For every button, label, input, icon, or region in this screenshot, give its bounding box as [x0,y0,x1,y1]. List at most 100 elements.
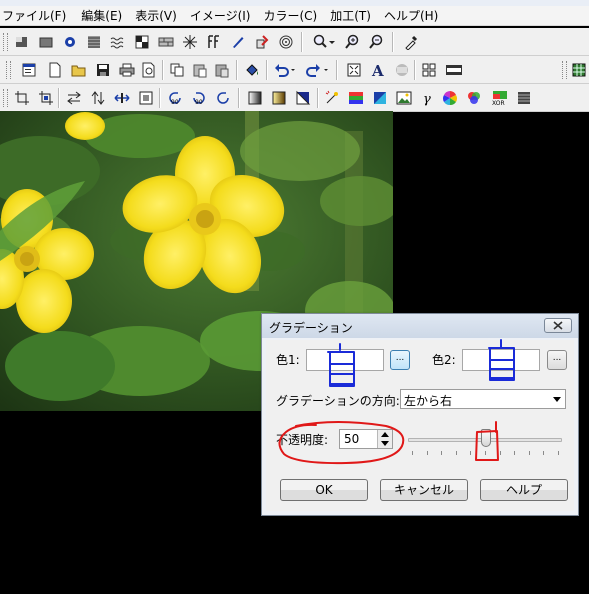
title-bar-remnant [0,0,589,6]
text-icon[interactable]: A [369,61,387,79]
toolbar-separator [58,88,60,108]
menu-edit[interactable]: 編集(E) [81,7,129,25]
help-button[interactable]: ヘルプ [480,479,568,501]
eyedropper-icon[interactable] [402,33,420,51]
rotate-free-icon[interactable] [214,89,232,107]
cancel-button[interactable]: キャンセル [380,479,468,501]
menu-image[interactable]: イメージ(I) [190,7,258,25]
toolbar-grip[interactable] [3,33,8,51]
gradient-gray-icon[interactable] [246,89,264,107]
direction-value: 左から右 [404,394,453,408]
opacity-label: 不透明度: [276,433,329,447]
slider-tick [485,451,486,455]
toolbar-grip[interactable] [562,61,567,79]
rgb-circles-icon[interactable] [465,89,483,107]
menu-color[interactable]: カラー(C) [263,7,324,25]
dialog-title: グラデーション [269,321,353,335]
crop-alt-icon[interactable] [37,89,55,107]
align-icon[interactable] [393,61,411,79]
pen-icon[interactable] [229,33,247,51]
paste-icon[interactable] [191,61,209,79]
brick-icon[interactable] [157,33,175,51]
xor-icon[interactable]: XOR [489,89,511,107]
spin-up-icon[interactable] [381,432,389,437]
toolbar-grip[interactable] [3,89,8,107]
slider-tick [543,451,545,455]
zoom-out-icon[interactable] [367,33,385,51]
gradient-blue-icon[interactable] [294,89,312,107]
spin-down-icon[interactable] [381,441,389,446]
flip-horizontal-icon[interactable] [65,89,83,107]
toolbar-grip[interactable] [6,61,11,79]
toolbar-separator [236,60,238,80]
gradient-gold-icon[interactable] [270,89,288,107]
spiral-icon[interactable] [277,33,295,51]
grid-icon[interactable] [420,61,438,79]
slider-tick [528,451,530,455]
zoom-dropdown-icon[interactable] [312,33,336,51]
ok-button[interactable]: OK [280,479,368,501]
slider-tick [412,451,413,455]
new-file-icon[interactable] [46,61,64,79]
copy-icon[interactable] [168,61,186,79]
wave-icon[interactable] [109,33,127,51]
rotate-right-90-icon[interactable]: 90 [190,89,208,107]
redo-icon[interactable] [305,61,331,79]
color-cube-icon[interactable] [371,89,389,107]
color-wheel-icon[interactable] [441,89,459,107]
thumbnail-icon[interactable] [570,61,588,79]
flat-rect-icon[interactable] [37,33,55,51]
landscape-icon[interactable] [395,89,413,107]
opacity-value: 50 [344,432,360,446]
print-icon[interactable] [118,61,136,79]
color1-swatch[interactable] [306,349,384,371]
menu-help[interactable]: ヘルプ(H) [384,7,445,25]
color1-label: 色1: [276,353,300,367]
menu-file[interactable]: ファイル(F) [2,7,73,25]
svg-text:γ: γ [423,92,431,106]
contrast-icon[interactable] [133,33,151,51]
ff-icon[interactable] [205,33,223,51]
color-balance-icon[interactable] [347,89,365,107]
slider-tick [514,451,516,455]
close-button[interactable] [544,318,572,333]
opacity-slider-thumb[interactable] [481,429,491,447]
color2-swatch[interactable] [462,349,540,371]
frame-icon[interactable] [137,89,155,107]
starburst-icon[interactable] [61,33,79,51]
flip-vertical-icon[interactable] [89,89,107,107]
menu-process[interactable]: 加工(T) [330,7,378,25]
save-icon[interactable] [94,61,112,79]
dither-icon[interactable] [85,33,103,51]
open-folder-icon[interactable] [70,61,88,79]
direction-select[interactable]: 左から右 [400,389,566,409]
toolbar-image: 90 90 γ XOR [0,84,589,112]
gamma-icon[interactable]: γ [419,89,437,107]
rotate-left-90-icon[interactable]: 90 [166,89,184,107]
fit-screen-icon[interactable] [345,61,363,79]
filmstrip-icon[interactable] [444,61,464,79]
new-window-icon[interactable] [20,61,38,79]
sparkle-icon[interactable] [323,89,341,107]
paste-new-icon[interactable] [213,61,231,79]
grayscale-icon[interactable] [515,89,533,107]
toolbar-separator [414,60,416,80]
dialog-title-bar[interactable]: グラデーション [262,314,578,338]
paint-bucket-icon[interactable] [243,61,261,79]
select-rect-icon[interactable] [13,33,31,51]
resize-icon[interactable] [113,89,131,107]
zoom-in-icon[interactable] [343,33,361,51]
opacity-spinner[interactable]: 50 [339,429,393,449]
color1-browse-button[interactable]: ... [390,350,410,370]
print-preview-icon[interactable] [140,61,158,79]
spinner-buttons[interactable] [377,430,392,448]
color2-browse-button[interactable]: ... [547,350,567,370]
crop-icon[interactable] [13,89,31,107]
menu-view[interactable]: 表示(V) [135,7,184,25]
brush-icon[interactable] [253,33,271,51]
svg-text:A: A [371,62,384,78]
slider-tick [441,451,443,455]
undo-icon[interactable] [272,61,298,79]
toolbar-separator [266,60,268,80]
explode-icon[interactable] [181,33,199,51]
